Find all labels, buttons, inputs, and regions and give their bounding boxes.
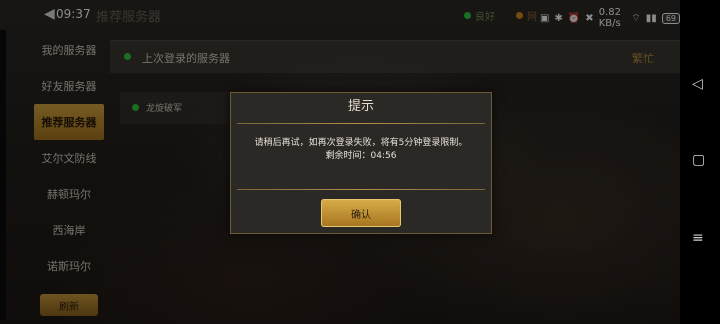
dialog-divider-bottom [237,189,485,190]
recents-menu-icon[interactable]: ≡ [692,230,704,246]
home-square-icon[interactable]: ▢ [692,152,705,168]
dialog-timer: 剩余时间：04:56 [253,150,469,163]
dialog-message: 请稍后再试，如再次登录失败，将有5分钟登录限制。 剩余时间：04:56 [253,137,469,163]
prompt-dialog: 提示 请稍后再试，如再次登录失败，将有5分钟登录限制。 剩余时间：04:56 确… [230,92,492,234]
timer-label: 剩余时间： [325,151,371,161]
dialog-message-text: 请稍后再试，如再次登录失败，将有5分钟登录限制。 [254,138,468,148]
back-triangle-icon[interactable]: ◁ [692,76,703,92]
timer-value: 04:56 [370,151,397,161]
system-nav-bar: ◁ ▢ ≡ [680,0,720,324]
dialog-divider-top [237,123,485,124]
dialog-title: 提示 [347,99,374,114]
confirm-button[interactable]: 确认 [321,199,401,227]
